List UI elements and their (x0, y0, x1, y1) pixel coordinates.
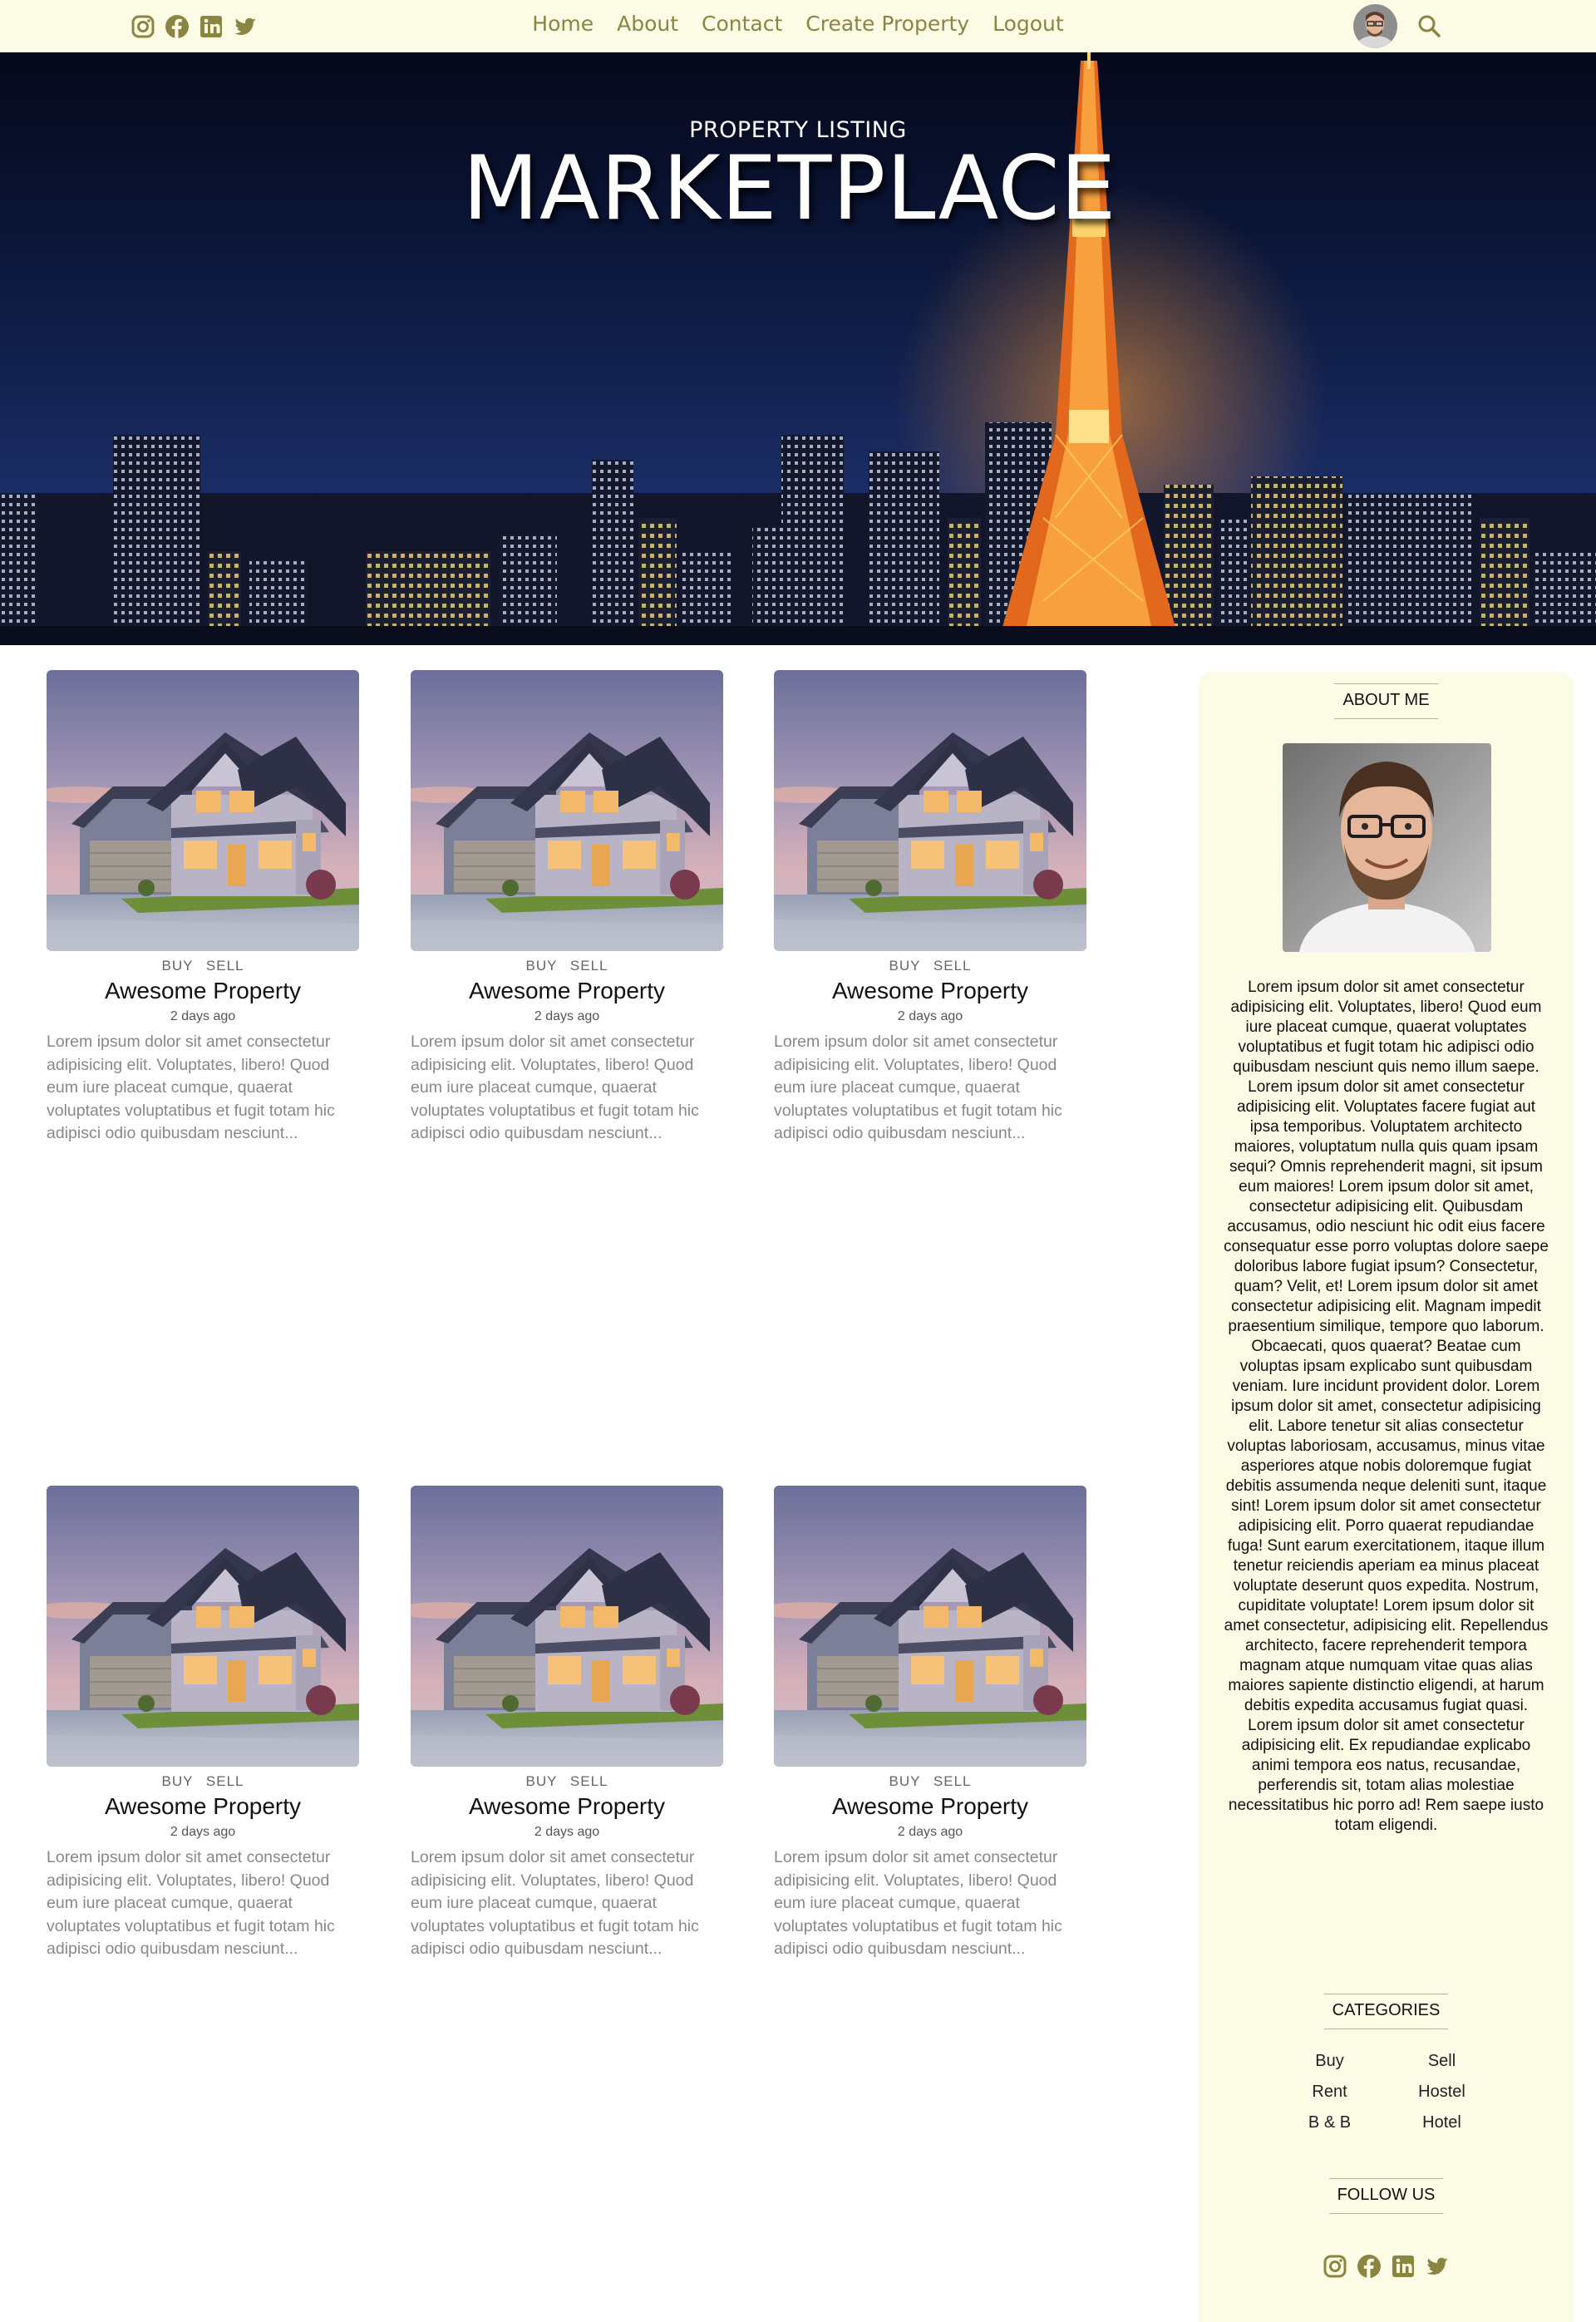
tag-buy[interactable]: BUY (889, 958, 921, 974)
property-title[interactable]: Awesome Property (774, 1793, 1086, 1820)
property-description: Lorem ipsum dolor sit amet consectetur a… (774, 1033, 1062, 1142)
property-date: 2 days ago (897, 1009, 963, 1023)
property-card[interactable]: BUY SELL Awesome Property 2 days ago Lor… (47, 670, 359, 1145)
property-description: Lorem ipsum dolor sit amet consectetur a… (411, 1848, 699, 1958)
category-bnb[interactable]: B & B (1273, 2113, 1386, 2132)
hero-banner: PROPERTY LISTING MARKETPLACE (0, 52, 1596, 645)
sidebar: ABOUT ME Lorem ipsum dolor sit amet cons… (1199, 672, 1574, 2322)
property-tags: BUY SELL (774, 1773, 1086, 1790)
property-tags: BUY SELL (411, 1773, 723, 1790)
property-title[interactable]: Awesome Property (411, 978, 723, 1004)
property-image[interactable] (411, 670, 723, 951)
tag-sell[interactable]: SELL (570, 1773, 608, 1789)
tag-buy[interactable]: BUY (526, 958, 558, 974)
property-description: Lorem ipsum dolor sit amet consectetur a… (411, 1033, 699, 1142)
hero-title: MARKETPLACE (462, 137, 1117, 239)
tag-buy[interactable]: BUY (162, 958, 194, 974)
property-image[interactable] (411, 1486, 723, 1767)
nav-link-logout[interactable]: Logout (993, 12, 1064, 36)
category-hostel[interactable]: Hostel (1386, 2083, 1498, 2102)
property-tags: BUY SELL (47, 958, 359, 974)
property-tags: BUY SELL (47, 1773, 359, 1790)
follow-heading-wrap: FOLLOW US (1199, 2178, 1574, 2214)
property-card[interactable]: BUY SELL Awesome Property 2 days ago Lor… (47, 1486, 359, 1960)
tag-sell[interactable]: SELL (206, 1773, 244, 1789)
category-buy[interactable]: Buy (1273, 2052, 1386, 2071)
follow-heading: FOLLOW US (1328, 2178, 1444, 2214)
category-hotel[interactable]: Hotel (1386, 2113, 1498, 2132)
user-avatar[interactable] (1353, 4, 1397, 48)
categories-list: Buy Sell Rent Hostel B & B Hotel (1273, 2052, 1498, 2132)
property-date: 2 days ago (534, 1825, 600, 1839)
instagram-icon[interactable] (1322, 2253, 1348, 2280)
about-heading-wrap: ABOUT ME (1199, 683, 1574, 719)
property-card[interactable]: BUY SELL Awesome Property 2 days ago Lor… (774, 670, 1086, 1145)
property-date: 2 days ago (170, 1009, 236, 1023)
nav-link-home[interactable]: Home (532, 12, 594, 36)
property-date: 2 days ago (534, 1009, 600, 1023)
property-card[interactable]: BUY SELL Awesome Property 2 days ago Lor… (411, 670, 723, 1145)
sidebar-social-links (1318, 2253, 1455, 2280)
property-tags: BUY SELL (774, 958, 1086, 974)
property-date: 2 days ago (170, 1825, 236, 1839)
property-date: 2 days ago (897, 1825, 963, 1839)
tag-buy[interactable]: BUY (526, 1773, 558, 1789)
search-icon[interactable] (1416, 13, 1441, 38)
top-navbar: Home About Contact Create Property Logou… (0, 0, 1596, 52)
linkedin-icon[interactable] (1390, 2253, 1416, 2280)
category-sell[interactable]: Sell (1386, 2052, 1498, 2071)
facebook-icon[interactable] (1356, 2253, 1382, 2280)
tag-buy[interactable]: BUY (162, 1773, 194, 1789)
categories-heading-wrap: CATEGORIES (1199, 1994, 1574, 2029)
property-title[interactable]: Awesome Property (47, 1793, 359, 1820)
nav-link-about[interactable]: About (617, 12, 678, 36)
tag-sell[interactable]: SELL (933, 1773, 972, 1789)
property-image[interactable] (774, 670, 1086, 951)
property-tags: BUY SELL (411, 958, 723, 974)
property-title[interactable]: Awesome Property (47, 978, 359, 1004)
property-image[interactable] (774, 1486, 1086, 1767)
nav-link-create-property[interactable]: Create Property (805, 12, 969, 36)
property-image[interactable] (47, 670, 359, 951)
categories-heading: CATEGORIES (1323, 1994, 1449, 2029)
tag-sell[interactable]: SELL (933, 958, 972, 974)
property-image[interactable] (47, 1486, 359, 1767)
about-text: Lorem ipsum dolor sit amet consectetur a… (1224, 979, 1549, 1834)
nav-link-contact[interactable]: Contact (702, 12, 782, 36)
property-card[interactable]: BUY SELL Awesome Property 2 days ago Lor… (774, 1486, 1086, 1960)
property-card[interactable]: BUY SELL Awesome Property 2 days ago Lor… (411, 1486, 723, 1960)
property-title[interactable]: Awesome Property (774, 978, 1086, 1004)
property-description: Lorem ipsum dolor sit amet consectetur a… (47, 1848, 335, 1958)
about-photo (1283, 743, 1491, 952)
property-description: Lorem ipsum dolor sit amet consectetur a… (774, 1848, 1062, 1958)
tag-buy[interactable]: BUY (889, 1773, 921, 1789)
tag-sell[interactable]: SELL (206, 958, 244, 974)
property-title[interactable]: Awesome Property (411, 1793, 723, 1820)
tag-sell[interactable]: SELL (570, 958, 608, 974)
property-description: Lorem ipsum dolor sit amet consectetur a… (47, 1033, 335, 1142)
category-rent[interactable]: Rent (1273, 2083, 1386, 2102)
about-heading: ABOUT ME (1334, 683, 1438, 719)
twitter-icon[interactable] (1424, 2253, 1451, 2280)
